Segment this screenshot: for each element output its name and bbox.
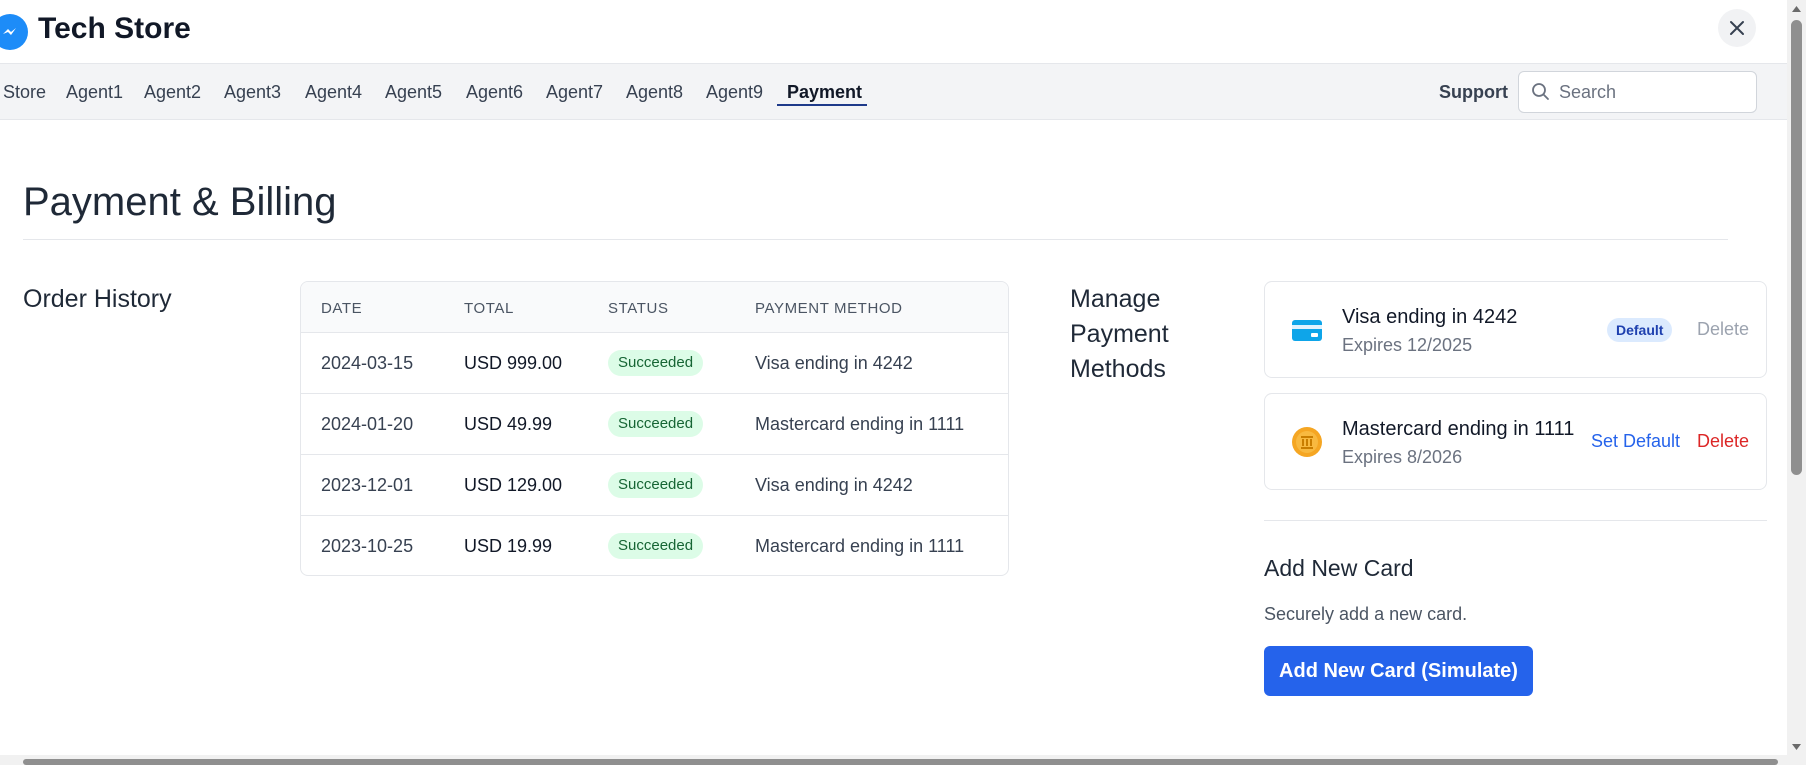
order-total: USD 129.00 [464, 475, 563, 495]
nav-item-agent1[interactable]: Agent1 [66, 82, 123, 103]
title-divider [23, 239, 1728, 240]
search-icon [1532, 83, 1549, 100]
title-bar: Tech Store [0, 0, 1787, 62]
order-total: USD 999.00 [464, 353, 563, 373]
order-history-heading: Order History [23, 285, 172, 313]
default-badge: Default [1607, 318, 1673, 342]
app-title: Tech Store [38, 12, 191, 45]
column-header-date: DATE [321, 300, 363, 317]
search-box[interactable] [1518, 71, 1757, 113]
add-card-heading: Add New Card [1264, 555, 1414, 581]
order-date: 2023-12-01 [321, 475, 414, 495]
nav-item-agent8[interactable]: Agent8 [626, 82, 683, 103]
search-input[interactable] [1559, 81, 1749, 103]
close-button[interactable] [1718, 9, 1756, 47]
add-new-card-button[interactable]: Add New Card (Simulate) [1264, 646, 1533, 696]
payment-method-card: Visa ending in 4242 Expires 12/2025 Defa… [1264, 281, 1767, 378]
vertical-scroll-thumb[interactable] [1791, 20, 1802, 475]
status-badge: Succeeded [608, 411, 704, 437]
scroll-up-arrow-icon[interactable] [1791, 4, 1802, 14]
horizontal-scrollbar[interactable] [0, 755, 1787, 765]
order-date: 2024-03-15 [321, 353, 414, 373]
messenger-logo-icon [0, 14, 28, 50]
order-payment-method: Visa ending in 4242 [755, 353, 913, 373]
set-default-button[interactable]: Set Default [1591, 431, 1680, 452]
nav-item-agent6[interactable]: Agent6 [466, 82, 523, 103]
nav-item-agent3[interactable]: Agent3 [224, 82, 281, 103]
status-badge: Succeeded [608, 472, 704, 498]
status-badge: Succeeded [608, 350, 704, 376]
nav-item-agent4[interactable]: Agent4 [305, 82, 362, 103]
column-header-payment-method: PAYMENT METHOD [755, 300, 903, 317]
heading-line: Manage [1070, 285, 1161, 313]
add-card-subtitle: Securely add a new card. [1264, 604, 1468, 624]
column-header-status: STATUS [608, 300, 669, 317]
order-date: 2024-01-20 [321, 414, 414, 434]
order-payment-method: Mastercard ending in 1111 [755, 536, 965, 556]
order-history-table: DATE TOTAL STATUS PAYMENT METHOD 2024-03… [300, 281, 1009, 576]
nav-item-payment[interactable]: Payment [787, 82, 862, 103]
section-divider [1264, 520, 1767, 521]
delete-button[interactable]: Delete [1697, 431, 1749, 452]
heading-line: Methods [1070, 355, 1166, 383]
order-payment-method: Mastercard ending in 1111 [755, 414, 965, 434]
nav-item-agent2[interactable]: Agent2 [144, 82, 201, 103]
active-tab-indicator [777, 104, 867, 106]
bank-coin-icon [1292, 427, 1322, 457]
order-total: USD 49.99 [464, 414, 553, 434]
card-name: Mastercard ending in 1111 [1342, 418, 1575, 440]
horizontal-scroll-thumb[interactable] [23, 759, 1778, 765]
table-header: DATE TOTAL STATUS PAYMENT METHOD [301, 282, 1008, 333]
page-title: Payment & Billing [23, 180, 337, 224]
credit-card-icon [1292, 320, 1322, 341]
order-date: 2023-10-25 [321, 536, 414, 556]
top-navigation: Store Agent1 Agent2 Agent3 Agent4 Agent5… [0, 63, 1787, 120]
scroll-down-arrow-icon[interactable] [1791, 742, 1802, 752]
table-row: 2024-01-20 USD 49.99 Succeeded Mastercar… [301, 394, 1008, 455]
manage-payment-methods-heading: Manage Payment Methods [1070, 282, 1169, 387]
order-payment-method: Visa ending in 4242 [755, 475, 913, 495]
delete-button[interactable]: Delete [1697, 319, 1749, 340]
card-name: Visa ending in 4242 [1342, 306, 1518, 328]
status-badge: Succeeded [608, 533, 704, 559]
card-expiry: Expires 8/2026 [1342, 447, 1463, 467]
nav-item-agent9[interactable]: Agent9 [706, 82, 763, 103]
card-expiry: Expires 12/2025 [1342, 335, 1473, 355]
nav-item-store[interactable]: Store [3, 82, 46, 103]
close-icon [1730, 21, 1744, 35]
column-header-total: TOTAL [464, 300, 514, 317]
table-row: 2023-12-01 USD 129.00 Succeeded Visa end… [301, 455, 1008, 516]
payment-method-card: Mastercard ending in 1111 Expires 8/2026… [1264, 393, 1767, 490]
table-row: 2024-03-15 USD 999.00 Succeeded Visa end… [301, 333, 1008, 394]
table-row: 2023-10-25 USD 19.99 Succeeded Mastercar… [301, 516, 1008, 575]
nav-item-agent5[interactable]: Agent5 [385, 82, 442, 103]
vertical-scrollbar[interactable] [1787, 0, 1806, 765]
support-link[interactable]: Support [1439, 82, 1508, 103]
heading-line: Payment [1070, 320, 1169, 348]
order-total: USD 19.99 [464, 536, 553, 556]
nav-item-agent7[interactable]: Agent7 [546, 82, 603, 103]
